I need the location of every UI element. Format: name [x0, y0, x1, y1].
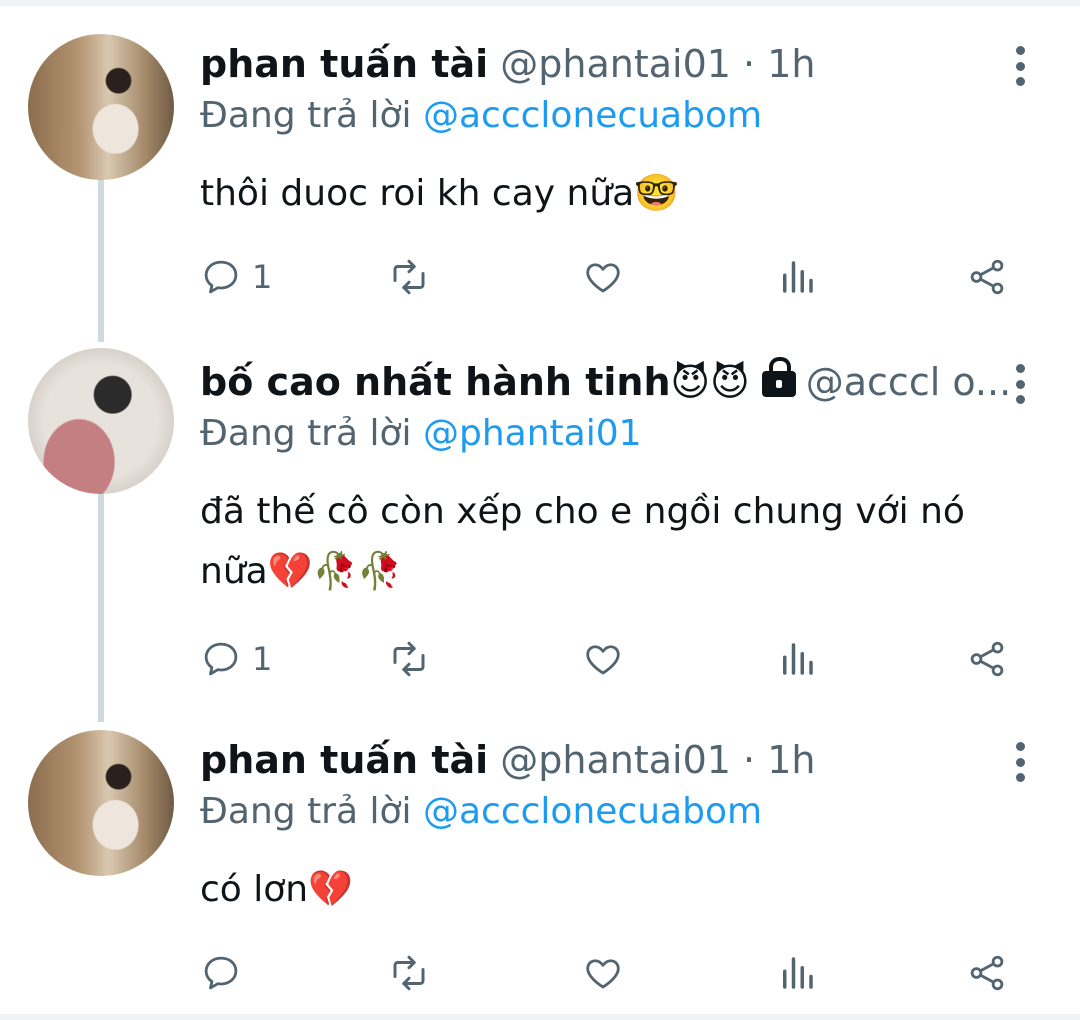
reply-count: 1: [252, 640, 273, 678]
lock-icon: [761, 357, 796, 397]
views-icon: [783, 261, 813, 293]
replying-to: Đang trả lời @accclonecuabom: [200, 782, 762, 842]
action-bar: 1: [200, 252, 1020, 302]
reply-button[interactable]: 1: [200, 252, 272, 302]
replying-to-link[interactable]: @accclonecuabom: [423, 791, 762, 832]
timestamp[interactable]: 1h: [767, 738, 815, 782]
like-button[interactable]: [582, 634, 624, 684]
tweet-text: có lơn💔: [200, 869, 353, 910]
replying-to: Đang trả lời @phantai01: [200, 404, 642, 464]
retweet-icon: [393, 259, 425, 295]
share-button[interactable]: [966, 948, 1008, 998]
reply-icon: [204, 956, 238, 990]
share-icon: [970, 955, 1004, 991]
share-button[interactable]: [966, 252, 1008, 302]
retweet-icon: [393, 641, 425, 677]
tweet-header: phan tuấn tài @phantai01 · 1h: [200, 34, 815, 94]
bottom-divider: [0, 1014, 1080, 1020]
reply-button[interactable]: 1: [200, 634, 272, 684]
display-name[interactable]: bố cao nhất hành tinh😈😈: [200, 360, 750, 404]
replying-to: Đang trả lời @accclonecuabom: [200, 86, 762, 146]
views-button[interactable]: [776, 252, 818, 302]
more-icon[interactable]: [1008, 46, 1032, 86]
tweet-header: phan tuấn tài @phantai01 · 1h: [200, 730, 815, 790]
views-icon: [783, 643, 813, 675]
avatar[interactable]: [28, 730, 174, 876]
separator-dot: ·: [743, 42, 756, 86]
replying-to-label: Đang trả lời: [200, 413, 412, 454]
retweet-button[interactable]: [388, 634, 430, 684]
views-button[interactable]: [776, 634, 818, 684]
replying-to-link[interactable]: @phantai01: [423, 413, 642, 454]
replying-to-link[interactable]: @accclonecuabom: [423, 95, 762, 136]
timestamp[interactable]: 1h: [767, 42, 815, 86]
display-name[interactable]: phan tuấn tài: [200, 738, 488, 782]
retweet-button[interactable]: [388, 948, 430, 998]
top-divider: [0, 0, 1080, 6]
share-button[interactable]: [966, 634, 1008, 684]
reply-icon: [204, 642, 238, 676]
reply-icon: [204, 260, 238, 294]
separator-dot: ·: [743, 738, 756, 782]
retweet-icon: [393, 955, 425, 991]
like-button[interactable]: [582, 252, 624, 302]
tweet-card[interactable]: bố cao nhất hành tinh😈😈 @acccl o... Đang …: [0, 348, 1080, 712]
username[interactable]: @acccl o...: [806, 360, 1011, 404]
more-icon[interactable]: [1008, 364, 1032, 404]
tweet-card[interactable]: phan tuấn tài @phantai01 · 1h Đang trả l…: [0, 34, 1080, 334]
avatar[interactable]: [28, 348, 174, 494]
reply-count: 1: [252, 258, 273, 296]
action-bar: 1: [200, 634, 1020, 684]
heart-icon: [586, 959, 620, 989]
replying-to-label: Đang trả lời: [200, 95, 412, 136]
username[interactable]: @phantai01: [500, 738, 731, 782]
reply-button[interactable]: [200, 948, 252, 998]
avatar[interactable]: [28, 34, 174, 180]
heart-icon: [586, 263, 620, 293]
views-button[interactable]: [776, 948, 818, 998]
more-icon[interactable]: [1008, 742, 1032, 782]
heart-icon: [586, 645, 620, 675]
like-button[interactable]: [582, 948, 624, 998]
username[interactable]: @phantai01: [500, 42, 731, 86]
tweet-header: bố cao nhất hành tinh😈😈 @acccl o...: [200, 352, 1011, 412]
tweet-text: đã thế cô còn xếp cho e ngồi chung với n…: [200, 491, 965, 592]
action-bar: [200, 948, 1020, 998]
tweet-card[interactable]: phan tuấn tài @phantai01 · 1h Đang trả l…: [0, 730, 1080, 1010]
share-icon: [970, 259, 1004, 295]
display-name[interactable]: phan tuấn tài: [200, 42, 488, 86]
tweet-text: thôi duoc roi kh cay nữa🤓: [200, 173, 680, 214]
retweet-button[interactable]: [388, 252, 430, 302]
replying-to-label: Đang trả lời: [200, 791, 412, 832]
views-icon: [783, 957, 813, 989]
share-icon: [970, 641, 1004, 677]
